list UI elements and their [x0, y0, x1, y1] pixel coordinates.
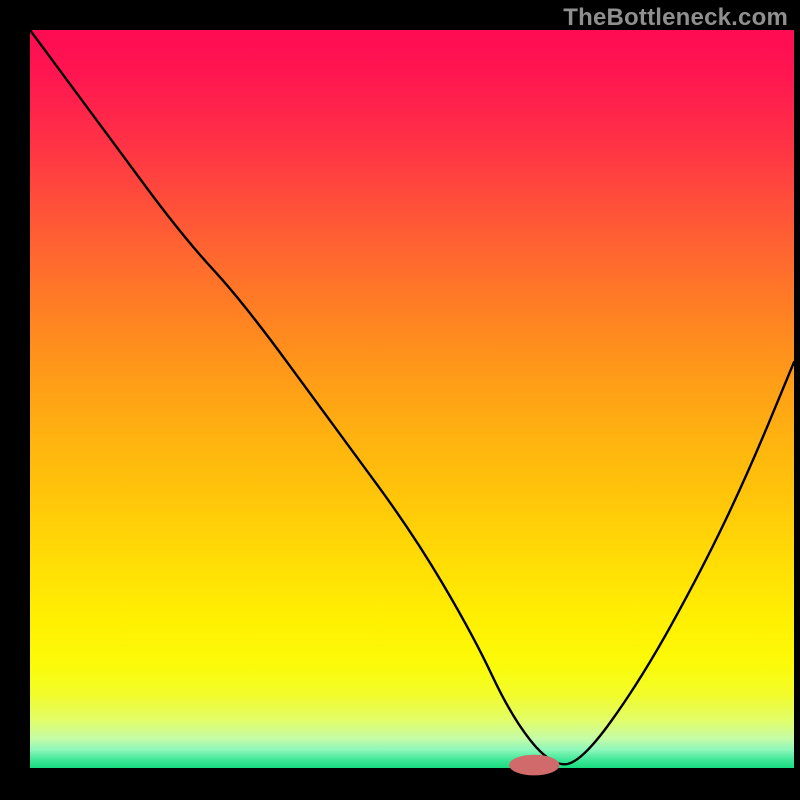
optimal-marker: [509, 755, 559, 776]
watermark-text: TheBottleneck.com: [563, 4, 788, 32]
chart-canvas: [0, 0, 800, 800]
bottleneck-chart: TheBottleneck.com: [0, 0, 800, 800]
plot-background: [30, 30, 794, 768]
